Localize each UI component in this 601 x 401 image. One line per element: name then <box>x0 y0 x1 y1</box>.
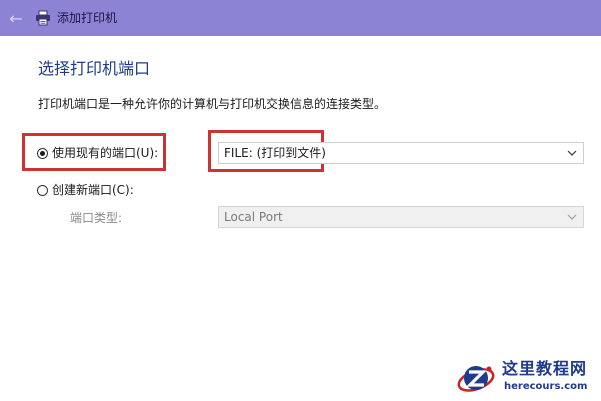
radio-checked-icon[interactable] <box>37 147 48 159</box>
printer-icon <box>36 10 50 26</box>
port-type-value: Local Port <box>224 210 283 224</box>
watermark-url: herecours.com <box>504 381 588 392</box>
port-type-dropdown: Local Port <box>218 206 584 228</box>
chevron-down-icon <box>567 150 577 156</box>
window-title: 添加打印机 <box>57 11 118 25</box>
use-existing-port-label: 使用现有的端口(U): <box>52 146 159 160</box>
watermark: 这里教程网 herecours.com <box>448 356 600 400</box>
back-button[interactable]: ← <box>4 6 28 30</box>
existing-port-value: FILE: (打印到文件) <box>224 146 326 160</box>
watermark-name: 这里教程网 <box>502 359 588 378</box>
radio-unchecked-icon[interactable] <box>37 184 48 196</box>
chevron-down-icon <box>567 214 577 220</box>
create-new-port-radio[interactable]: 创建新端口(C): <box>37 181 134 199</box>
existing-port-dropdown[interactable]: FILE: (打印到文件) <box>218 142 584 164</box>
arrow-left-icon: ← <box>9 8 23 28</box>
port-type-label: 端口类型: <box>70 211 123 225</box>
page-description: 打印机端口是一种允许你的计算机与打印机交换信息的连接类型。 <box>38 97 387 111</box>
watermark-logo-icon <box>457 366 495 392</box>
use-existing-port-radio[interactable]: 使用现有的端口(U): <box>37 144 158 162</box>
page-heading: 选择打印机端口 <box>38 59 151 78</box>
create-new-port-label: 创建新端口(C): <box>52 183 134 197</box>
title-bar: ← 添加打印机 <box>0 0 601 36</box>
